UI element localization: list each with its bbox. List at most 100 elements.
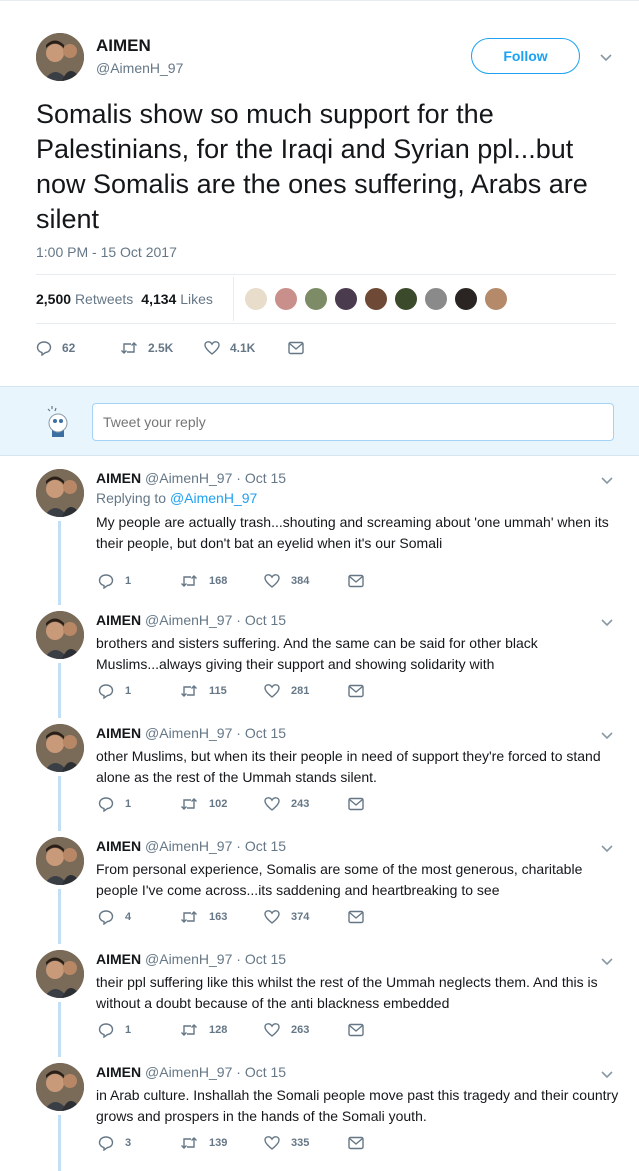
- dm-button[interactable]: [348, 906, 375, 928]
- retweet-icon: [181, 798, 197, 810]
- dm-button[interactable]: [348, 1132, 375, 1154]
- reply-icon: [98, 1023, 114, 1038]
- reply-button[interactable]: 1: [98, 570, 131, 592]
- display-name[interactable]: AIMEN: [96, 725, 141, 741]
- envelope-icon: [288, 341, 304, 355]
- display-name[interactable]: AIMEN: [96, 612, 141, 628]
- liker-avatar[interactable]: [304, 287, 328, 311]
- reply-count: 1: [125, 798, 132, 810]
- replying-to-link[interactable]: @AimenH_97: [170, 490, 257, 506]
- reply-button[interactable]: 1: [98, 793, 131, 815]
- display-name[interactable]: AIMEN: [96, 838, 141, 854]
- retweet-button[interactable]: 2.5K: [120, 337, 173, 359]
- like-button[interactable]: 263: [264, 1019, 309, 1041]
- heart-icon: [204, 341, 220, 355]
- handle-and-date[interactable]: @AimenH_97 · Oct 15: [145, 951, 286, 967]
- reply-tweet[interactable]: AIMEN @AimenH_97 · Oct 15 Replying to @Ai…: [0, 457, 639, 599]
- liker-avatar[interactable]: [454, 287, 478, 311]
- reply-button[interactable]: 3: [98, 1132, 131, 1154]
- reply-header: AIMEN @AimenH_97 · Oct 15: [96, 725, 286, 741]
- retweet-count[interactable]: 2,500: [36, 291, 71, 307]
- reply-tweet[interactable]: AIMEN @AimenH_97 · Oct 15 other Muslims, …: [0, 712, 639, 825]
- divider: [36, 274, 616, 275]
- avatar[interactable]: [36, 950, 84, 998]
- handle-and-date[interactable]: @AimenH_97 · Oct 15: [145, 725, 286, 741]
- avatar[interactable]: [36, 33, 84, 81]
- reply-button[interactable]: 62: [36, 337, 75, 359]
- like-count: 243: [291, 798, 310, 810]
- likes-label[interactable]: Likes: [180, 291, 213, 307]
- display-name[interactable]: AIMEN: [96, 36, 151, 56]
- handle-and-date[interactable]: @AimenH_97 · Oct 15: [145, 470, 286, 486]
- reply-icon: [98, 684, 114, 699]
- reply-tweet[interactable]: AIMEN @AimenH_97 · Oct 15 From personal e…: [0, 825, 639, 938]
- display-name[interactable]: AIMEN: [96, 1064, 141, 1080]
- liker-avatar[interactable]: [424, 287, 448, 311]
- liker-avatar[interactable]: [244, 287, 268, 311]
- retweet-icon: [181, 1024, 197, 1036]
- heart-icon: [264, 1136, 280, 1150]
- retweet-button[interactable]: 102: [180, 793, 227, 815]
- reply-tweet[interactable]: AIMEN @AimenH_97 · Oct 15 their ppl suffe…: [0, 938, 639, 1051]
- dm-button[interactable]: [348, 680, 375, 702]
- retweet-button[interactable]: 139: [180, 1132, 227, 1154]
- retweet-count: 115: [209, 685, 227, 697]
- like-button[interactable]: 243: [264, 793, 309, 815]
- liker-avatar[interactable]: [394, 287, 418, 311]
- tweet-timestamp[interactable]: 1:00 PM - 15 Oct 2017: [36, 244, 177, 260]
- like-count: 335: [291, 1137, 310, 1149]
- chevron-down-icon[interactable]: [600, 617, 614, 627]
- reply-button[interactable]: 4: [98, 906, 131, 928]
- like-button[interactable]: 384: [264, 570, 309, 592]
- dm-button[interactable]: [288, 337, 314, 359]
- retweets-label[interactable]: Retweets: [75, 291, 133, 307]
- like-button[interactable]: 4.1K: [204, 337, 255, 359]
- reply-text: From personal experience, Somalis are so…: [96, 861, 583, 898]
- retweet-button[interactable]: 128: [180, 1019, 227, 1041]
- reply-count: 62: [62, 341, 76, 355]
- avatar[interactable]: [36, 1063, 84, 1111]
- chevron-down-icon[interactable]: [600, 843, 614, 853]
- retweet-button[interactable]: 163: [180, 906, 227, 928]
- liker-avatar[interactable]: [334, 287, 358, 311]
- chevron-down-icon[interactable]: [600, 730, 614, 740]
- display-name[interactable]: AIMEN: [96, 951, 141, 967]
- handle-and-date[interactable]: @AimenH_97 · Oct 15: [145, 838, 286, 854]
- reply-button[interactable]: 1: [98, 680, 131, 702]
- handle-and-date[interactable]: @AimenH_97 · Oct 15: [145, 1064, 286, 1080]
- avatar[interactable]: [36, 469, 84, 517]
- retweet-button[interactable]: 168: [180, 570, 227, 592]
- reply-header: AIMEN @AimenH_97 · Oct 15: [96, 470, 286, 486]
- reply-tweet[interactable]: AIMEN @AimenH_97 · Oct 15 in Arab culture…: [0, 1051, 639, 1171]
- follow-button[interactable]: Follow: [471, 38, 580, 74]
- handle-and-date[interactable]: @AimenH_97 · Oct 15: [145, 612, 286, 628]
- dm-button[interactable]: [348, 1019, 375, 1041]
- reply-button[interactable]: 1: [98, 1019, 131, 1041]
- divider: [36, 323, 616, 324]
- tweet-text: Somalis show so much support for the Pal…: [36, 99, 588, 234]
- avatar[interactable]: [36, 837, 84, 885]
- display-name[interactable]: AIMEN: [96, 470, 141, 486]
- envelope-icon: [348, 684, 364, 698]
- chevron-down-icon[interactable]: [600, 956, 614, 966]
- chevron-down-icon[interactable]: [600, 475, 614, 485]
- liker-avatar[interactable]: [364, 287, 388, 311]
- avatar[interactable]: [36, 611, 84, 659]
- dm-button[interactable]: [348, 570, 375, 592]
- like-count[interactable]: 4,134: [141, 291, 176, 307]
- retweet-count: 102: [209, 798, 228, 810]
- chevron-down-icon[interactable]: [599, 52, 613, 62]
- user-handle[interactable]: @AimenH_97: [96, 60, 183, 76]
- dm-button[interactable]: [348, 793, 375, 815]
- avatar[interactable]: [40, 403, 76, 439]
- avatar[interactable]: [36, 724, 84, 772]
- like-button[interactable]: 281: [264, 680, 309, 702]
- chevron-down-icon[interactable]: [600, 1069, 614, 1079]
- liker-avatar[interactable]: [274, 287, 298, 311]
- reply-input[interactable]: [92, 403, 614, 441]
- like-button[interactable]: 374: [264, 906, 309, 928]
- liker-avatar[interactable]: [484, 287, 508, 311]
- like-button[interactable]: 335: [264, 1132, 309, 1154]
- reply-tweet[interactable]: AIMEN @AimenH_97 · Oct 15 brothers and si…: [0, 599, 639, 712]
- retweet-button[interactable]: 115: [180, 680, 227, 702]
